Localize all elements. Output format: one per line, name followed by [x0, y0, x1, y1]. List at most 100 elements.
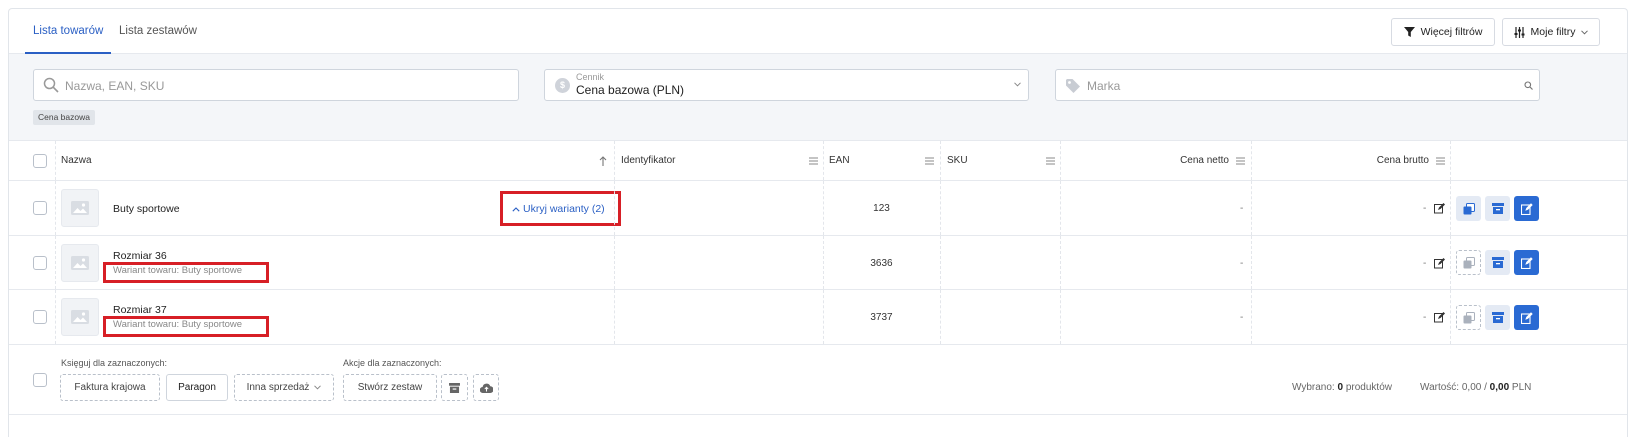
row-checkbox[interactable]	[33, 256, 47, 270]
selected-summary: Wybrano: 0 produktów	[1292, 374, 1392, 401]
image-placeholder-icon	[71, 201, 89, 215]
receipt-button[interactable]: Paragon	[166, 374, 228, 401]
image-placeholder-icon	[71, 256, 89, 270]
selected-count: 0	[1337, 382, 1344, 393]
select-all-checkbox[interactable]	[33, 154, 47, 168]
gross-price-cell: -	[1423, 258, 1427, 269]
edit-icon	[1520, 311, 1533, 324]
bulk-actions-bar: Księguj dla zaznaczonych: Faktura krajow…	[9, 345, 1627, 415]
column-menu-icon[interactable]	[1436, 157, 1445, 165]
cloud-upload-icon	[479, 383, 493, 393]
archive-button[interactable]	[1485, 305, 1510, 330]
chevron-down-icon	[1014, 82, 1021, 87]
edit-icon	[1520, 256, 1533, 269]
tabs-bar: Lista towarów Lista zestawów Więcej filt…	[9, 9, 1627, 54]
copy-icon	[1463, 311, 1475, 323]
search-input[interactable]: Nazwa, EAN, SKU	[33, 69, 519, 101]
column-menu-icon[interactable]	[1236, 157, 1245, 165]
duplicate-button[interactable]	[1456, 196, 1481, 221]
column-header-gross-price[interactable]: Cena brutto	[1259, 141, 1429, 180]
brand-input[interactable]: Marka	[1055, 69, 1540, 101]
column-header-name[interactable]: Nazwa	[61, 141, 92, 180]
column-header-ean[interactable]: EAN	[829, 141, 850, 180]
value-label: Wartość:	[1420, 382, 1460, 393]
edit-icon	[1520, 202, 1533, 215]
copy-icon	[1463, 202, 1475, 214]
column-menu-icon[interactable]	[925, 157, 934, 165]
table-row[interactable]: Buty sportowe Ukryj warianty (2) 123 - -	[9, 181, 1627, 236]
selected-prefix: Wybrano:	[1292, 382, 1335, 393]
bulk-upload-button[interactable]	[473, 374, 499, 401]
product-name[interactable]: Buty sportowe	[113, 203, 180, 215]
edit-button[interactable]	[1514, 250, 1539, 275]
chevron-down-icon	[314, 385, 322, 390]
tab-set-list[interactable]: Lista zestawów	[117, 9, 199, 54]
archive-icon	[1491, 312, 1504, 323]
value-net: 0,00	[1461, 382, 1482, 393]
highlight-box	[103, 316, 269, 337]
edit-price-icon[interactable]	[1434, 258, 1445, 269]
filter-area: Nazwa, EAN, SKU $ Cennik Cena bazowa (PL…	[9, 54, 1627, 141]
bulk-select-checkbox[interactable]	[33, 373, 47, 387]
archive-icon	[449, 382, 460, 393]
column-header-net-price[interactable]: Cena netto	[1069, 141, 1229, 180]
edit-price-icon[interactable]	[1434, 203, 1445, 214]
sort-arrow-up-icon[interactable]	[599, 156, 607, 166]
product-thumbnail	[61, 244, 99, 282]
bulk-archive-button[interactable]	[441, 374, 468, 401]
product-thumbnail	[61, 189, 99, 227]
products-panel: Lista towarów Lista zestawów Więcej filt…	[8, 8, 1628, 437]
column-menu-icon[interactable]	[809, 157, 818, 165]
value-summary: Wartość: 0,00 / 0,00 PLN	[1420, 374, 1531, 401]
pricelist-label: Cennik	[576, 72, 605, 82]
net-price-cell: -	[1240, 203, 1244, 214]
actions-selected-label: Akcje dla zaznaczonych:	[343, 358, 442, 368]
my-filters-button[interactable]: Moje filtry	[1502, 18, 1600, 46]
edit-price-icon[interactable]	[1434, 312, 1445, 323]
more-filters-button[interactable]: Więcej filtrów	[1391, 18, 1495, 46]
product-thumbnail	[61, 298, 99, 336]
create-set-button[interactable]: Stwórz zestaw	[343, 374, 437, 401]
ean-cell: 3636	[870, 258, 893, 269]
edit-button[interactable]	[1514, 196, 1539, 221]
row-checkbox[interactable]	[33, 310, 47, 324]
column-menu-icon[interactable]	[1046, 157, 1055, 165]
national-invoice-button[interactable]: Faktura krajowa	[60, 374, 160, 401]
table-row[interactable]: Rozmiar 37 Wariant towaru: Buty sportowe…	[9, 290, 1627, 345]
net-price-cell: -	[1240, 258, 1244, 269]
other-sale-dropdown[interactable]: Inna sprzedaż	[234, 374, 334, 401]
variant-name[interactable]: Rozmiar 36	[113, 250, 167, 262]
pricelist-select[interactable]: $ Cennik Cena bazowa (PLN)	[544, 69, 1029, 101]
currency: PLN	[1511, 382, 1532, 393]
sliders-icon	[1514, 26, 1525, 38]
net-price-cell: -	[1240, 312, 1244, 323]
row-checkbox[interactable]	[33, 201, 47, 215]
column-header-sku[interactable]: SKU	[947, 141, 968, 180]
copy-icon	[1463, 256, 1475, 268]
book-selected-label: Księguj dla zaznaczonych:	[61, 358, 168, 368]
chevron-down-icon	[1581, 29, 1589, 35]
ean-cell: 123	[873, 203, 890, 214]
highlight-box	[500, 191, 621, 226]
duplicate-button-disabled	[1456, 250, 1481, 275]
archive-button[interactable]	[1485, 250, 1510, 275]
value-separator: /	[1484, 382, 1487, 393]
gross-price-cell: -	[1423, 203, 1427, 214]
search-icon	[43, 77, 59, 93]
table-row[interactable]: Rozmiar 36 Wariant towaru: Buty sportowe…	[9, 236, 1627, 290]
search-placeholder: Nazwa, EAN, SKU	[65, 79, 165, 93]
tab-product-list[interactable]: Lista towarów	[25, 9, 112, 54]
active-filter-chip[interactable]: Cena bazowa	[33, 110, 95, 125]
ean-cell: 3737	[870, 312, 893, 323]
archive-button[interactable]	[1485, 196, 1510, 221]
tag-icon	[1066, 79, 1080, 93]
column-header-identifier[interactable]: Identyfikator	[621, 141, 675, 180]
more-filters-label: Więcej filtrów	[1420, 26, 1483, 38]
image-placeholder-icon	[71, 310, 89, 324]
edit-button[interactable]	[1514, 305, 1539, 330]
archive-icon	[1491, 257, 1504, 268]
gross-price-cell: -	[1423, 312, 1427, 323]
variant-name[interactable]: Rozmiar 37	[113, 304, 167, 316]
value-gross: 0,00	[1489, 382, 1510, 393]
table-header: Nazwa Identyfikator EAN SKU Cena netto C…	[9, 141, 1627, 181]
